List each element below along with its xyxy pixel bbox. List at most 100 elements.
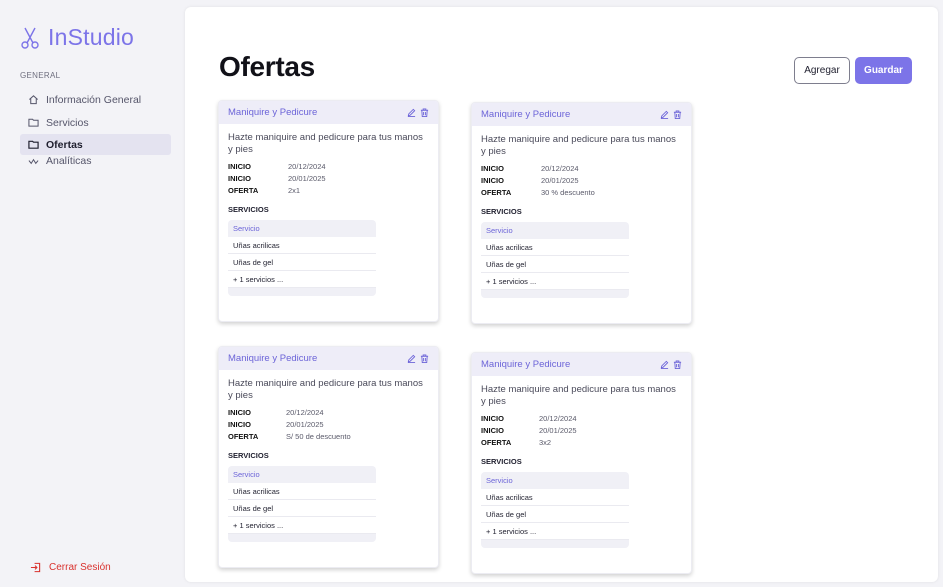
end-label: INICIO xyxy=(481,175,504,185)
main-panel: Ofertas Agregar Guardar Maniquire y Pedi… xyxy=(185,7,938,582)
scissors-icon xyxy=(21,27,39,49)
offer-card: Maniquire y Pedicure Hazte maniquire and… xyxy=(471,102,692,324)
start-row: INICIO 20/12/2024 xyxy=(219,406,438,418)
services-label: SERVICIOS xyxy=(481,457,522,466)
offer-label: OFERTA xyxy=(481,437,512,447)
service-row: Uñas acrilicas xyxy=(481,489,629,506)
services-header: Servicio xyxy=(233,224,260,233)
service-row: Uñas acrilicas xyxy=(481,239,629,256)
service-row: Uñas de gel xyxy=(228,254,376,271)
offer-value: 3x2 xyxy=(539,437,552,447)
offer-title: Maniquire y Pedicure xyxy=(228,107,318,118)
more-services-link[interactable]: + 1 servicios ... xyxy=(228,517,376,534)
start-label: INICIO xyxy=(481,413,504,423)
offer-description: Hazte maniquire and pedicure para tus ma… xyxy=(481,134,676,157)
sidebar-item-label: Analíticas xyxy=(46,155,92,167)
end-label: INICIO xyxy=(228,173,251,183)
end-value: 20/01/2025 xyxy=(286,419,324,429)
offer-card: Maniquire y Pedicure Hazte maniquire and… xyxy=(218,100,439,322)
activity-icon xyxy=(28,158,39,164)
card-header: Maniquire y Pedicure xyxy=(219,347,438,370)
start-value: 20/12/2024 xyxy=(541,163,579,173)
trash-icon[interactable] xyxy=(420,108,429,117)
brand[interactable]: InStudio xyxy=(20,24,134,51)
offer-card: Maniquire y Pedicure Hazte maniquire and… xyxy=(471,352,692,574)
end-value: 20/01/2025 xyxy=(288,173,326,183)
services-header: Servicio xyxy=(486,226,513,235)
sidebar-item-label: Información General xyxy=(46,93,142,106)
end-row: INICIO 20/01/2025 xyxy=(472,174,691,186)
logout-label: Cerrar Sesión xyxy=(49,562,111,573)
start-label: INICIO xyxy=(228,161,251,171)
service-row: Uñas acrilicas xyxy=(228,483,376,500)
services-table: Servicio Uñas acrilicas Uñas de gel + 1 … xyxy=(228,220,376,296)
card-header: Maniquire y Pedicure xyxy=(472,353,691,376)
offer-card: Maniquire y Pedicure Hazte maniquire and… xyxy=(218,346,439,568)
services-header: Servicio xyxy=(486,476,513,485)
service-row: Uñas de gel xyxy=(481,256,629,273)
services-header: Servicio xyxy=(233,470,260,479)
service-row: Uñas de gel xyxy=(481,506,629,523)
edit-icon[interactable] xyxy=(660,360,669,369)
offer-value: 30 % descuento xyxy=(541,187,595,197)
start-value: 20/12/2024 xyxy=(288,161,326,171)
add-button[interactable]: Agregar xyxy=(794,57,850,84)
more-services-link[interactable]: + 1 servicios ... xyxy=(481,273,629,290)
service-row: Uñas de gel xyxy=(228,500,376,517)
services-label: SERVICIOS xyxy=(228,205,269,214)
home-icon xyxy=(29,95,38,105)
sidebar-item-label: Ofertas xyxy=(46,138,83,151)
offer-label: OFERTA xyxy=(228,185,259,195)
offer-description: Hazte maniquire and pedicure para tus ma… xyxy=(228,378,423,401)
end-row: INICIO 20/01/2025 xyxy=(472,424,691,436)
folder-icon xyxy=(28,140,39,149)
start-row: INICIO 20/12/2024 xyxy=(472,412,691,424)
offer-value: S/ 50 de descuento xyxy=(286,431,351,441)
offer-title: Maniquire y Pedicure xyxy=(481,109,571,120)
sidebar-item-label: Servicios xyxy=(46,116,89,129)
offer-row: OFERTA 3x2 xyxy=(472,436,691,448)
card-header: Maniquire y Pedicure xyxy=(219,101,438,124)
trash-icon[interactable] xyxy=(673,360,682,369)
start-label: INICIO xyxy=(228,407,251,417)
offer-description: Hazte maniquire and pedicure para tus ma… xyxy=(481,384,676,407)
start-row: INICIO 20/12/2024 xyxy=(472,162,691,174)
end-row: INICIO 20/01/2025 xyxy=(219,172,438,184)
services-label: SERVICIOS xyxy=(481,207,522,216)
offer-title: Maniquire y Pedicure xyxy=(481,359,571,370)
services-table: Servicio Uñas acrilicas Uñas de gel + 1 … xyxy=(481,472,629,548)
folder-icon xyxy=(28,118,39,127)
end-value: 20/01/2025 xyxy=(539,425,577,435)
sidebar-item-servicios[interactable]: Servicios xyxy=(20,112,171,133)
start-value: 20/12/2024 xyxy=(286,407,324,417)
offer-row: OFERTA 30 % descuento xyxy=(472,186,691,198)
start-label: INICIO xyxy=(481,163,504,173)
service-row: Uñas acrilicas xyxy=(228,237,376,254)
services-table: Servicio Uñas acrilicas Uñas de gel + 1 … xyxy=(228,466,376,542)
trash-icon[interactable] xyxy=(420,354,429,363)
offer-label: OFERTA xyxy=(228,431,259,441)
more-services-link[interactable]: + 1 servicios ... xyxy=(228,271,376,288)
services-label: SERVICIOS xyxy=(228,451,269,460)
trash-icon[interactable] xyxy=(673,110,682,119)
section-label-general: GENERAL xyxy=(20,71,61,80)
logout-button[interactable]: Cerrar Sesión xyxy=(30,562,111,573)
offer-title: Maniquire y Pedicure xyxy=(228,353,318,364)
offer-value: 2x1 xyxy=(288,185,301,195)
end-value: 20/01/2025 xyxy=(541,175,579,185)
edit-icon[interactable] xyxy=(407,354,416,363)
offer-row: OFERTA S/ 50 de descuento xyxy=(219,430,438,442)
start-row: INICIO 20/12/2024 xyxy=(219,160,438,172)
services-table: Servicio Uñas acrilicas Uñas de gel + 1 … xyxy=(481,222,629,298)
sidebar-item-analiticas[interactable]: Analíticas xyxy=(20,152,171,170)
end-label: INICIO xyxy=(481,425,504,435)
card-header: Maniquire y Pedicure xyxy=(472,103,691,126)
sidebar-item-informacion-general[interactable]: Información General xyxy=(20,89,171,110)
save-button[interactable]: Guardar xyxy=(855,57,912,84)
logout-icon xyxy=(30,562,41,573)
more-services-link[interactable]: + 1 servicios ... xyxy=(481,523,629,540)
edit-icon[interactable] xyxy=(407,108,416,117)
edit-icon[interactable] xyxy=(660,110,669,119)
app-name: InStudio xyxy=(48,24,134,50)
page-title: Ofertas xyxy=(219,51,315,82)
